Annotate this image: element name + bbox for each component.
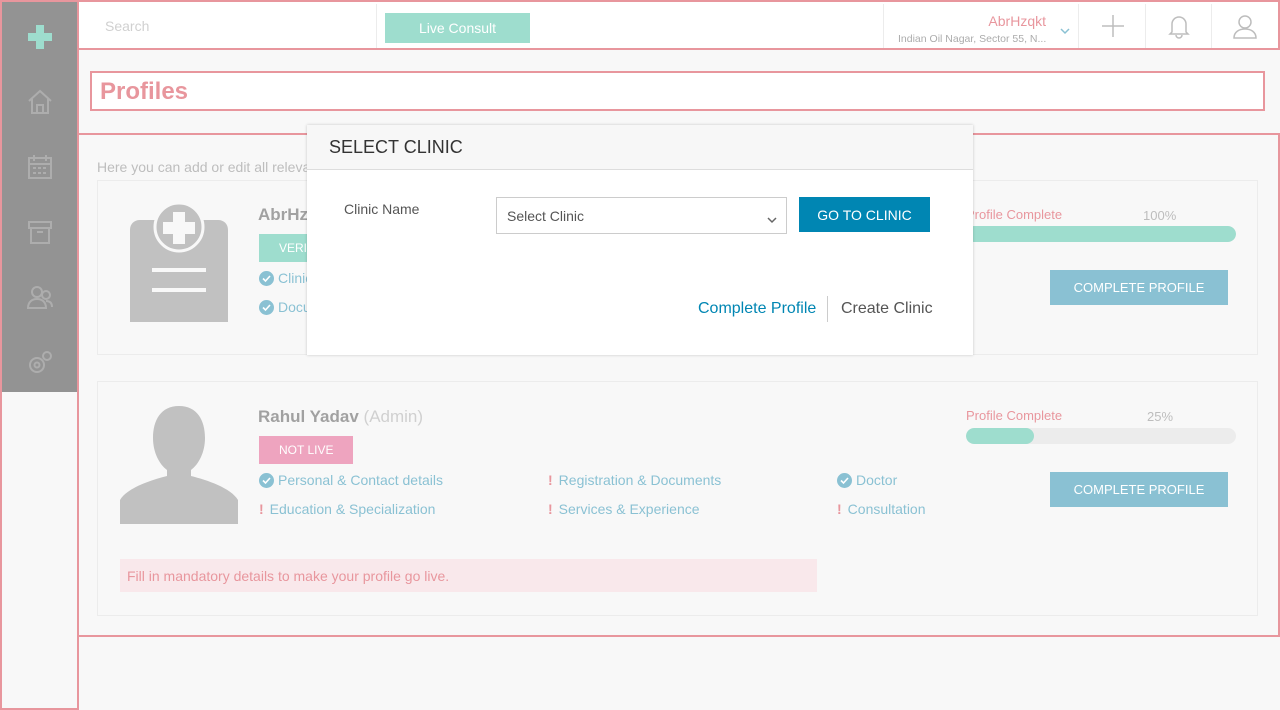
clinic-name-label: Clinic Name <box>344 201 420 217</box>
select-clinic-modal: SELECT CLINIC Clinic Name Select Clinic … <box>307 125 973 355</box>
complete-profile-link[interactable]: Complete Profile <box>698 300 816 318</box>
clinic-select[interactable]: Select Clinic <box>496 197 787 234</box>
clinic-select-value: Select Clinic <box>507 207 585 224</box>
create-clinic-link[interactable]: Create Clinic <box>841 300 933 318</box>
modal-title: SELECT CLINIC <box>307 125 973 170</box>
link-separator <box>827 296 828 322</box>
chevron-down-icon <box>767 211 777 227</box>
modal-overlay[interactable] <box>0 0 1280 710</box>
go-to-clinic-button[interactable]: GO TO CLINIC <box>799 197 930 232</box>
